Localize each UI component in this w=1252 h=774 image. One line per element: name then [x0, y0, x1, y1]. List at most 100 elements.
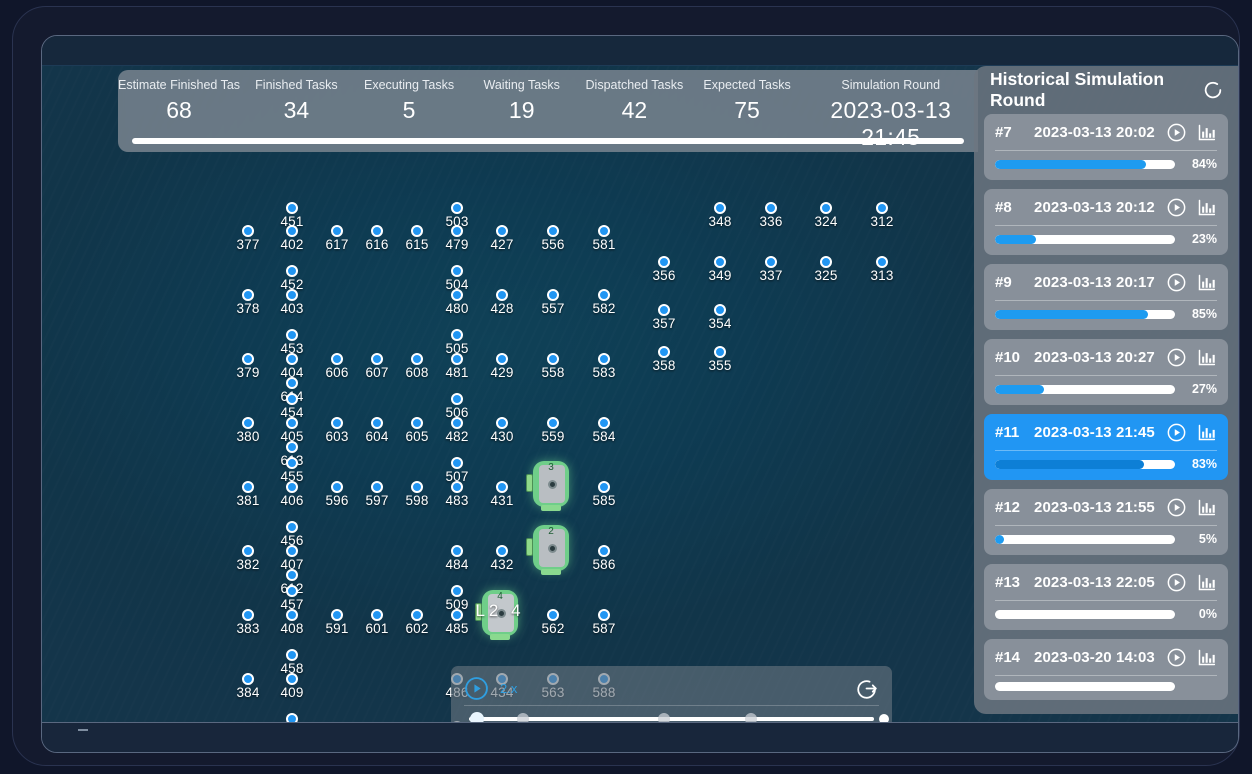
bar-chart-icon[interactable]: [1196, 272, 1217, 293]
round-progress-track[interactable]: [995, 384, 1175, 394]
map-node[interactable]: 582: [581, 289, 627, 317]
bar-chart-icon[interactable]: [1196, 497, 1217, 518]
map-node[interactable]: 378: [225, 289, 271, 317]
bar-chart-icon[interactable]: [1196, 572, 1217, 593]
round-card[interactable]: #9 2023-03-13 20:17 85%: [984, 264, 1228, 330]
round-progress-track[interactable]: [995, 459, 1175, 469]
play-circle-icon[interactable]: [1166, 572, 1187, 593]
round-progress-track[interactable]: [995, 309, 1175, 319]
map-node[interactable]: 428: [479, 289, 525, 317]
map-node[interactable]: 402: [269, 225, 315, 253]
map-node[interactable]: 379: [225, 353, 271, 381]
map-node[interactable]: 380: [225, 417, 271, 445]
historical-rounds-sidebar[interactable]: Historical Simulation Round #7 2023-03-13…: [974, 66, 1238, 714]
round-card[interactable]: #14 2023-03-20 14:03: [984, 639, 1228, 700]
simulation-progress-track[interactable]: [132, 138, 964, 144]
map-node[interactable]: 354: [697, 304, 743, 332]
play-circle-icon[interactable]: [1166, 197, 1187, 218]
map-node[interactable]: 557: [530, 289, 576, 317]
map-node[interactable]: 429: [479, 353, 525, 381]
agv-robot[interactable]: 4 L2 4: [475, 590, 522, 640]
agv-robot[interactable]: 2: [526, 525, 573, 575]
map-node[interactable]: 432: [479, 545, 525, 573]
round-card[interactable]: #12 2023-03-13 21:55 5%: [984, 489, 1228, 555]
historical-round-list[interactable]: #7 2023-03-13 20:02 84% #8 2023-03-13 20:12 2…: [984, 114, 1228, 700]
bar-chart-icon[interactable]: [1196, 197, 1217, 218]
map-node[interactable]: 483: [434, 481, 480, 509]
map-node[interactable]: 584: [581, 417, 627, 445]
map-node[interactable]: 312: [859, 202, 905, 230]
map-node[interactable]: 562: [530, 609, 576, 637]
round-progress-track[interactable]: [995, 534, 1175, 544]
map-node[interactable]: 581: [581, 225, 627, 253]
map-node-dot: [371, 353, 383, 365]
round-card[interactable]: #13 2023-03-13 22:05 0%: [984, 564, 1228, 630]
map-node[interactable]: 337: [748, 256, 794, 284]
map-node[interactable]: 479: [434, 225, 480, 253]
map-node[interactable]: 356: [641, 256, 687, 284]
map-node[interactable]: 480: [434, 289, 480, 317]
bar-chart-icon[interactable]: [1196, 347, 1217, 368]
play-circle-icon[interactable]: [1166, 497, 1187, 518]
map-node[interactable]: 556: [530, 225, 576, 253]
playback-speed-label[interactable]: 2.x: [500, 681, 517, 696]
refresh-icon[interactable]: [1202, 79, 1224, 101]
map-node[interactable]: 430: [479, 417, 525, 445]
round-card[interactable]: #8 2023-03-13 20:12 23%: [984, 189, 1228, 255]
map-node[interactable]: 408: [269, 609, 315, 637]
play-circle-icon[interactable]: [1166, 347, 1187, 368]
map-node[interactable]: 325: [803, 256, 849, 284]
map-node[interactable]: 324: [803, 202, 849, 230]
map-node[interactable]: 484: [434, 545, 480, 573]
play-circle-icon[interactable]: [1166, 272, 1187, 293]
round-progress-track[interactable]: [995, 159, 1175, 169]
play-circle-icon[interactable]: [1166, 122, 1187, 143]
map-node[interactable]: 559: [530, 417, 576, 445]
map-node[interactable]: 431: [479, 481, 525, 509]
map-node[interactable]: 586: [581, 545, 627, 573]
map-node[interactable]: 427: [479, 225, 525, 253]
round-card[interactable]: #7 2023-03-13 20:02 84%: [984, 114, 1228, 180]
map-node[interactable]: 384: [225, 673, 271, 701]
round-card[interactable]: #11 2023-03-13 21:45 83%: [984, 414, 1228, 480]
map-node[interactable]: 409: [269, 673, 315, 701]
map-node[interactable]: 349: [697, 256, 743, 284]
round-progress-track[interactable]: [995, 234, 1175, 244]
map-node[interactable]: 381: [225, 481, 271, 509]
map-node[interactable]: 585: [581, 481, 627, 509]
map-node[interactable]: 482: [434, 417, 480, 445]
map-node[interactable]: 382: [225, 545, 271, 573]
map-node[interactable]: 587: [581, 609, 627, 637]
map-node[interactable]: 357: [641, 304, 687, 332]
map-node[interactable]: 358: [641, 346, 687, 374]
play-circle-icon[interactable]: [1166, 422, 1187, 443]
map-node[interactable]: 355: [697, 346, 743, 374]
map-node[interactable]: 558: [530, 353, 576, 381]
bar-chart-icon[interactable]: [1196, 422, 1217, 443]
map-node-dot: [451, 353, 463, 365]
playback-timeline-track[interactable]: [469, 717, 874, 721]
map-node-dot: [451, 393, 463, 405]
map-node[interactable]: 583: [581, 353, 627, 381]
bar-chart-icon[interactable]: [1196, 122, 1217, 143]
map-node-dot: [598, 225, 610, 237]
map-node[interactable]: 383: [225, 609, 271, 637]
map-node[interactable]: 406: [269, 481, 315, 509]
map-node-dot: [598, 609, 610, 621]
map-node[interactable]: 348: [697, 202, 743, 230]
map-node[interactable]: 481: [434, 353, 480, 381]
exit-icon[interactable]: [854, 676, 879, 701]
round-card[interactable]: #10 2023-03-13 20:27 27%: [984, 339, 1228, 405]
bar-chart-icon[interactable]: [1196, 647, 1217, 668]
play-circle-icon[interactable]: [1166, 647, 1187, 668]
play-circle-icon[interactable]: [464, 676, 489, 701]
map-node[interactable]: 313: [859, 256, 905, 284]
round-progress-track[interactable]: [995, 609, 1175, 619]
map-node-dot: [286, 202, 298, 214]
map-node[interactable]: 403: [269, 289, 315, 317]
map-node[interactable]: 336: [748, 202, 794, 230]
round-progress-track[interactable]: [995, 682, 1175, 691]
map-node[interactable]: 377: [225, 225, 271, 253]
map-node-dot: [547, 225, 559, 237]
agv-robot[interactable]: 3: [526, 461, 573, 511]
